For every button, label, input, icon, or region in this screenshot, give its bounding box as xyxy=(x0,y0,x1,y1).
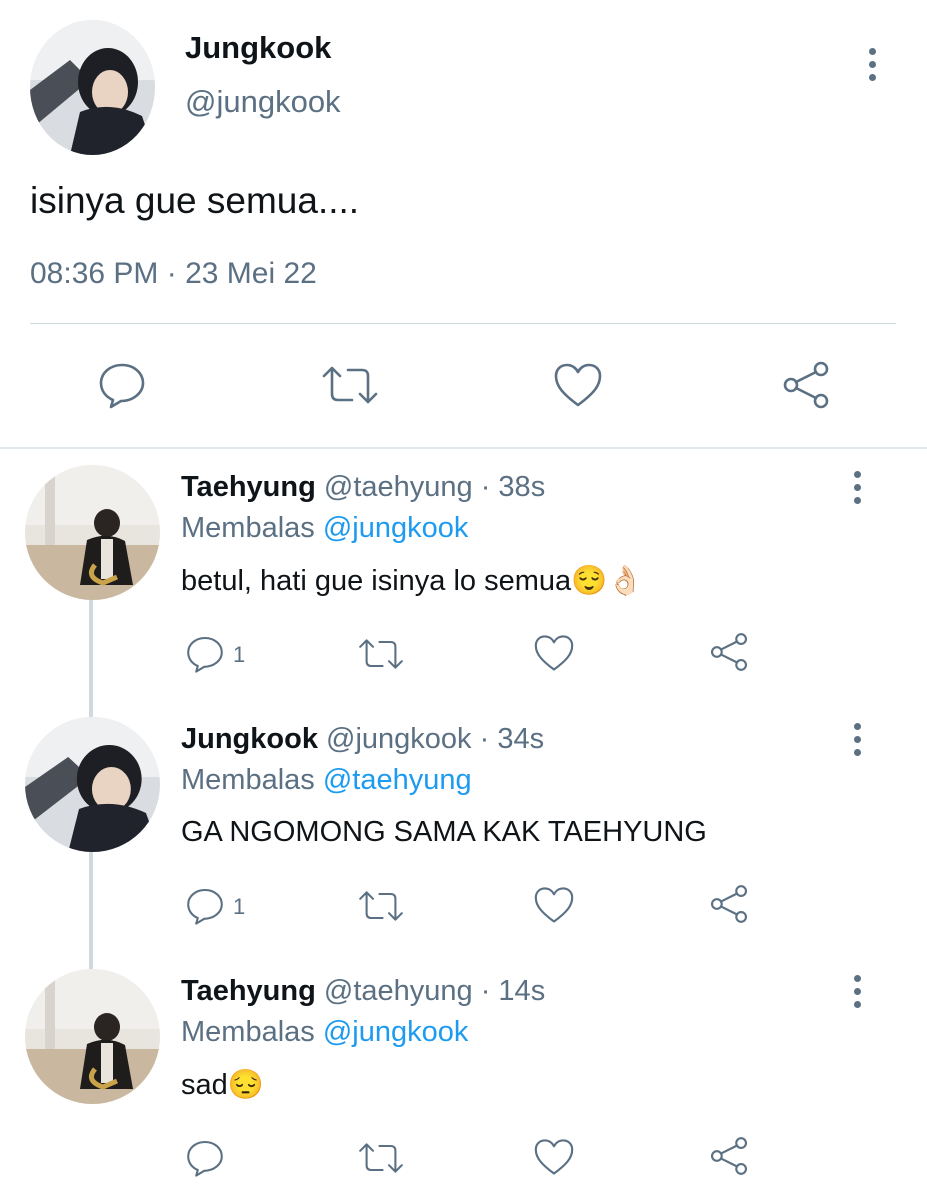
avatar[interactable] xyxy=(30,20,155,155)
reply-text: GA NGOMONG SAMA KAK TAEHYUNG xyxy=(181,816,707,849)
reply-text-body: sad xyxy=(181,1069,228,1101)
reply-icon[interactable] xyxy=(184,1138,226,1178)
retweet-icon[interactable] xyxy=(356,634,406,674)
reply-time[interactable]: · 14s xyxy=(481,975,545,1007)
retweet-icon[interactable] xyxy=(356,1138,406,1178)
author-name[interactable]: Jungkook xyxy=(185,30,331,66)
mention-link[interactable]: @jungkook xyxy=(323,512,469,544)
like-icon[interactable] xyxy=(533,634,575,672)
author-handle[interactable]: @jungkook xyxy=(326,723,472,755)
reply-header: Taehyung @taehyung · 38s xyxy=(181,471,545,504)
like-icon[interactable] xyxy=(553,362,603,408)
like-icon[interactable] xyxy=(533,1138,575,1176)
thread-line xyxy=(89,852,93,970)
replying-label: Membalas xyxy=(181,1016,315,1048)
reply-text: betul, hati gue isinya lo semua😌👌🏻 xyxy=(181,564,643,598)
retweet-icon[interactable] xyxy=(356,886,406,926)
mention-link[interactable]: @jungkook xyxy=(323,1016,469,1048)
avatar-photo xyxy=(25,717,160,852)
section-divider xyxy=(0,447,927,449)
divider xyxy=(30,323,896,324)
reply-icon[interactable] xyxy=(184,634,226,674)
mention-link[interactable]: @taehyung xyxy=(323,764,472,796)
thread-line xyxy=(89,600,93,718)
author-handle[interactable]: @taehyung xyxy=(324,975,473,1007)
replying-to: Membalas @jungkook xyxy=(181,512,468,545)
tweet-text: isinya gue semua.... xyxy=(30,180,360,221)
avatar-photo xyxy=(25,465,160,600)
more-options-icon[interactable] xyxy=(847,975,867,1008)
more-options-icon[interactable] xyxy=(847,723,867,756)
avatar-photo xyxy=(30,20,155,155)
author-handle[interactable]: @jungkook xyxy=(185,84,341,120)
replying-label: Membalas xyxy=(181,512,315,544)
reply-text: sad😔 xyxy=(181,1068,264,1102)
emoji: 😔 xyxy=(227,1069,264,1101)
reply-icon[interactable] xyxy=(184,886,226,926)
author-name[interactable]: Jungkook xyxy=(181,723,318,755)
reply-count: 1 xyxy=(233,894,246,919)
emoji: 😌👌🏻 xyxy=(571,565,644,597)
reply-text-body: GA NGOMONG SAMA KAK TAEHYUNG xyxy=(181,816,707,848)
reply-header: Jungkook @jungkook · 34s xyxy=(181,723,544,756)
tweet-timestamp[interactable]: 08:36 PM · 23 Mei 22 xyxy=(30,257,317,291)
reply-text-body: betul, hati gue isinya lo semua xyxy=(181,565,572,597)
replying-label: Membalas xyxy=(181,764,315,796)
reply-count: 1 xyxy=(233,642,246,667)
avatar-photo xyxy=(25,969,160,1104)
replying-to: Membalas @jungkook xyxy=(181,1016,468,1049)
share-icon[interactable] xyxy=(708,883,750,925)
reply-header: Taehyung @taehyung · 14s xyxy=(181,975,545,1008)
reply-time[interactable]: · 34s xyxy=(480,723,544,755)
author-name[interactable]: Taehyung xyxy=(181,471,316,503)
share-icon[interactable] xyxy=(780,360,832,410)
reply-icon[interactable] xyxy=(97,360,147,410)
avatar[interactable] xyxy=(25,465,160,600)
author-handle[interactable]: @taehyung xyxy=(324,471,473,503)
share-icon[interactable] xyxy=(708,1135,750,1177)
like-icon[interactable] xyxy=(533,886,575,924)
more-options-icon[interactable] xyxy=(847,471,867,504)
replying-to: Membalas @taehyung xyxy=(181,764,472,797)
share-icon[interactable] xyxy=(708,631,750,673)
reply-time[interactable]: · 38s xyxy=(481,471,545,503)
avatar[interactable] xyxy=(25,969,160,1104)
retweet-icon[interactable] xyxy=(320,360,380,410)
more-options-icon[interactable] xyxy=(862,48,882,81)
author-name[interactable]: Taehyung xyxy=(181,975,316,1007)
avatar[interactable] xyxy=(25,717,160,852)
